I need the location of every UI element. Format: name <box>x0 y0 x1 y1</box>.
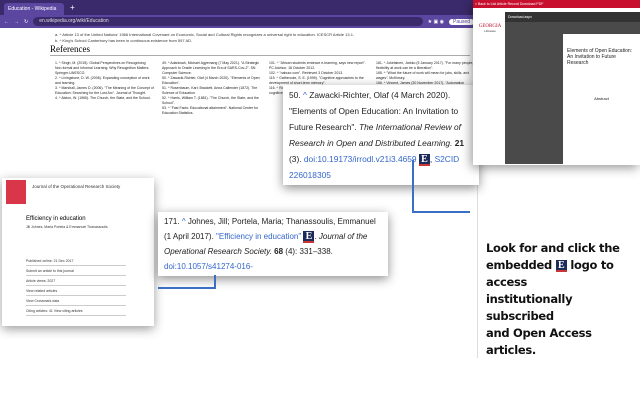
arrow-to-journal <box>158 287 216 289</box>
doi-link[interactable]: doi:10.1057/s41274-016- <box>164 262 253 271</box>
e-logo-icon[interactable]: E <box>303 230 315 243</box>
pdf-viewer: Download.aspx Elements of Open Education… <box>505 12 640 164</box>
reference-item[interactable]: 53. ^ "Fast Facts: Educational attainmen… <box>162 106 261 116</box>
pdf-title: Elements of Open Education: An Invitatio… <box>567 48 633 66</box>
ref-authors: Zawacki-Richter, Olaf (4 March 2020). <box>309 90 451 100</box>
extension-icons[interactable]: ★ ▣ ◉ <box>428 19 444 25</box>
article-action: Article views: 2027 <box>26 276 126 286</box>
reference-item[interactable]: 49. ^ Adarkwah, Michael Agyemang (7 May … <box>162 61 261 76</box>
e-logo-icon: E <box>555 259 567 272</box>
reference-item[interactable]: 165. ^ "What the future of work will mea… <box>376 71 475 81</box>
arrow-to-library <box>412 160 414 212</box>
article-action[interactable]: Citing articles: 41 View citing articles <box>26 306 126 316</box>
references-heading: References <box>50 44 470 56</box>
ref-number: 171. <box>164 217 180 226</box>
reference-item[interactable]: 50. ^ Zawacki-Richter, Olaf (4 March 202… <box>162 76 261 86</box>
reference-item[interactable]: 3. ^ Marshall, James D. (2006). "The Mea… <box>55 86 154 96</box>
reference-item[interactable]: 51. ^ Rosenbaum, Karl; Brackett, Anna Ca… <box>162 86 261 96</box>
ref-volume: 21 <box>454 138 465 148</box>
browser-tab-bar: Education - Wikipedia + <box>0 0 478 15</box>
reference-item[interactable]: 2. ^ Livingstone, D. W. (2006). Expandin… <box>55 76 154 86</box>
library-pdf-window: < Back to List Article Record Download P… <box>473 0 640 165</box>
browser-tab[interactable]: Education - Wikipedia <box>4 3 64 15</box>
ref-volume: 68 <box>274 247 284 256</box>
promo-line: institutionally subscribed <box>486 292 573 323</box>
references-column: 1. ^ Singh, M. (2015). Global Perspectiv… <box>55 61 154 116</box>
url-input[interactable]: en.wikipedia.org/wiki/Education <box>33 17 423 26</box>
article-action: Published online: 21 Dec 2017 <box>26 256 126 266</box>
ref-issue: (4): 331–338. <box>285 247 333 256</box>
e-logo-icon[interactable]: E <box>418 153 430 166</box>
pdf-toolbar[interactable]: Download.aspx <box>505 12 640 22</box>
reference-item[interactable]: 1. ^ Singh, M. (2015). Global Perspectiv… <box>55 61 154 76</box>
journal-cover-image <box>6 180 26 204</box>
promo-message: Look for and click the embedded E logo t… <box>486 240 636 359</box>
notes-list: a. ^ Article 13 of the United Nations' 1… <box>55 32 354 44</box>
promo-line: and Open Access articles. <box>486 326 592 357</box>
forward-icon[interactable]: → <box>14 19 19 25</box>
zoomed-reference-50: 50. ^ Zawacki-Richter, Olaf (4 March 202… <box>283 85 479 185</box>
back-icon[interactable]: ← <box>4 19 9 25</box>
article-action[interactable]: View related articles <box>26 286 126 296</box>
profile-button[interactable]: Paused <box>449 18 474 25</box>
reference-item[interactable]: 101. ^ "African students embrace e-learn… <box>269 61 368 71</box>
article-title: Efficiency in education <box>26 216 86 222</box>
tab-title: Education - Wikipedia <box>8 6 57 12</box>
backlink[interactable]: ^ <box>182 217 186 226</box>
article-authors: Jill Johnes, Maria Portela & Emmanuel Th… <box>26 225 108 229</box>
article-action[interactable]: Submit an article to this journal <box>26 266 126 276</box>
journal-article-page: Journal of the Operational Research Soci… <box>2 178 154 326</box>
pdf-abstract-heading: Abstract <box>594 96 609 101</box>
reference-item[interactable]: 52. ^ Harris, William T. (1881). "The Ch… <box>162 96 261 106</box>
library-top-bar[interactable]: < Back to List Article Record Download P… <box>473 0 640 8</box>
doi-link[interactable]: doi:10.19173/irrodl.v21i3.4659 <box>304 154 417 164</box>
article-action[interactable]: View Crossmark data <box>26 296 126 306</box>
address-bar-row: ← → ↻ en.wikipedia.org/wiki/Education ★ … <box>0 15 478 28</box>
pdf-page: Elements of Open Education: An Invitatio… <box>563 34 640 164</box>
ref-issue: (3). <box>289 154 302 164</box>
zoomed-reference-171: 171. ^ Johnes, Jill; Portela, Maria; Tha… <box>158 212 388 276</box>
backlink[interactable]: ^ <box>303 90 307 100</box>
arrow-to-library <box>412 211 470 213</box>
references-column: 49. ^ Adarkwah, Michael Agyemang (7 May … <box>162 61 261 116</box>
reference-item[interactable]: 161. ^ Jokelainen, Jarkko (5 January 201… <box>376 61 475 71</box>
new-tab-button[interactable]: + <box>70 3 75 12</box>
promo-line: embedded <box>486 258 552 272</box>
journal-name: Journal of the Operational Research Soci… <box>32 184 121 189</box>
library-sidebar: GEORGIA Libraries <box>476 12 504 33</box>
reload-icon[interactable]: ↻ <box>24 19 28 25</box>
ref-number: 50. <box>289 90 301 100</box>
article-actions: Published online: 21 Dec 2017 Submit an … <box>26 256 126 316</box>
promo-line: Look for and click the <box>486 241 620 255</box>
georgia-logo-sub: Libraries <box>484 29 496 33</box>
ref-title-link[interactable]: "Efficiency in education" <box>216 232 301 241</box>
reference-item[interactable]: 4. ^ Alston, W. (1965). The Church, the … <box>55 96 154 101</box>
